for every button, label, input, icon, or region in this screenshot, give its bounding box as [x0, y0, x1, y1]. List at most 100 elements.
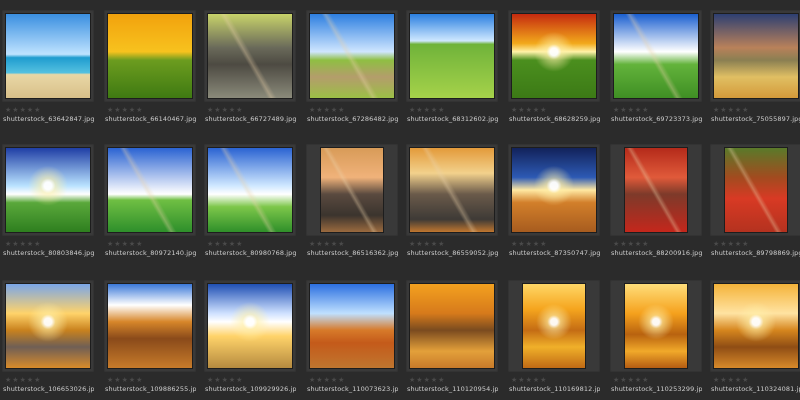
star-icon[interactable]: ★: [613, 376, 619, 384]
star-icon[interactable]: ★: [713, 240, 719, 248]
star-rating[interactable]: ★ ★ ★ ★ ★: [710, 240, 800, 248]
thumbnail-frame[interactable]: [508, 10, 600, 102]
star-icon[interactable]: ★: [424, 376, 430, 384]
star-icon[interactable]: ★: [620, 376, 626, 384]
thumbnail-item[interactable]: ★ ★ ★ ★ ★ shutterstock_109929926.jpg: [204, 280, 296, 393]
star-icon[interactable]: ★: [214, 240, 220, 248]
thumbnail-frame[interactable]: [2, 144, 94, 236]
star-icon[interactable]: ★: [114, 106, 120, 114]
star-icon[interactable]: ★: [5, 376, 11, 384]
thumbnail-frame[interactable]: [204, 280, 296, 372]
thumbnail-image[interactable]: [724, 147, 788, 233]
star-icon[interactable]: ★: [526, 106, 532, 114]
thumbnail-frame[interactable]: [710, 280, 800, 372]
star-icon[interactable]: ★: [207, 106, 213, 114]
star-icon[interactable]: ★: [34, 240, 40, 248]
star-icon[interactable]: ★: [438, 240, 444, 248]
thumbnail-item[interactable]: ★ ★ ★ ★ ★ shutterstock_80980768.jpg: [204, 144, 296, 257]
star-icon[interactable]: ★: [728, 376, 734, 384]
star-icon[interactable]: ★: [742, 240, 748, 248]
star-rating[interactable]: ★ ★ ★ ★ ★: [104, 240, 196, 248]
star-icon[interactable]: ★: [409, 106, 415, 114]
star-icon[interactable]: ★: [12, 106, 18, 114]
thumbnail-item[interactable]: ★ ★ ★ ★ ★ shutterstock_110169812.jpg: [508, 280, 600, 393]
star-icon[interactable]: ★: [635, 106, 641, 114]
star-icon[interactable]: ★: [5, 240, 11, 248]
star-icon[interactable]: ★: [613, 106, 619, 114]
thumbnail-frame[interactable]: [306, 144, 398, 236]
thumbnail-item[interactable]: ★ ★ ★ ★ ★ shutterstock_110073623.jpg: [306, 280, 398, 393]
star-rating[interactable]: ★ ★ ★ ★ ★: [104, 106, 196, 114]
star-rating[interactable]: ★ ★ ★ ★ ★: [610, 376, 702, 384]
star-rating[interactable]: ★ ★ ★ ★ ★: [2, 376, 94, 384]
star-rating[interactable]: ★ ★ ★ ★ ★: [508, 240, 600, 248]
star-icon[interactable]: ★: [236, 106, 242, 114]
star-icon[interactable]: ★: [122, 106, 128, 114]
star-icon[interactable]: ★: [136, 376, 142, 384]
star-icon[interactable]: ★: [416, 240, 422, 248]
star-icon[interactable]: ★: [540, 376, 546, 384]
star-icon[interactable]: ★: [338, 106, 344, 114]
star-icon[interactable]: ★: [136, 106, 142, 114]
star-icon[interactable]: ★: [331, 376, 337, 384]
star-icon[interactable]: ★: [309, 106, 315, 114]
star-icon[interactable]: ★: [635, 240, 641, 248]
star-rating[interactable]: ★ ★ ★ ★ ★: [104, 376, 196, 384]
star-icon[interactable]: ★: [533, 240, 539, 248]
star-icon[interactable]: ★: [628, 240, 634, 248]
star-icon[interactable]: ★: [34, 106, 40, 114]
star-icon[interactable]: ★: [107, 376, 113, 384]
star-rating[interactable]: ★ ★ ★ ★ ★: [306, 240, 398, 248]
thumbnail-frame[interactable]: [2, 280, 94, 372]
thumbnail-frame[interactable]: [610, 10, 702, 102]
thumbnail-item[interactable]: ★ ★ ★ ★ ★ shutterstock_68628259.jpg: [508, 10, 600, 123]
thumbnail-image[interactable]: [409, 283, 495, 369]
thumbnail-item[interactable]: ★ ★ ★ ★ ★ shutterstock_66727489.jpg: [204, 10, 296, 123]
thumbnail-image[interactable]: [522, 283, 586, 369]
star-icon[interactable]: ★: [720, 240, 726, 248]
star-icon[interactable]: ★: [222, 106, 228, 114]
star-icon[interactable]: ★: [309, 376, 315, 384]
thumbnail-item[interactable]: ★ ★ ★ ★ ★ shutterstock_110324081.jpg: [710, 280, 800, 393]
star-icon[interactable]: ★: [620, 106, 626, 114]
star-icon[interactable]: ★: [5, 106, 11, 114]
thumbnail-item[interactable]: ★ ★ ★ ★ ★ shutterstock_88200916.jpg: [610, 144, 702, 257]
star-icon[interactable]: ★: [628, 376, 634, 384]
star-icon[interactable]: ★: [713, 106, 719, 114]
star-icon[interactable]: ★: [20, 240, 26, 248]
star-icon[interactable]: ★: [107, 106, 113, 114]
thumbnail-frame[interactable]: [2, 10, 94, 102]
star-icon[interactable]: ★: [214, 106, 220, 114]
star-icon[interactable]: ★: [511, 106, 517, 114]
star-rating[interactable]: ★ ★ ★ ★ ★: [306, 106, 398, 114]
star-icon[interactable]: ★: [107, 240, 113, 248]
star-icon[interactable]: ★: [129, 376, 135, 384]
star-icon[interactable]: ★: [533, 106, 539, 114]
star-rating[interactable]: ★ ★ ★ ★ ★: [710, 376, 800, 384]
thumbnail-frame[interactable]: [104, 144, 196, 236]
star-icon[interactable]: ★: [735, 240, 741, 248]
star-icon[interactable]: ★: [540, 240, 546, 248]
star-icon[interactable]: ★: [431, 240, 437, 248]
star-icon[interactable]: ★: [540, 106, 546, 114]
thumbnail-image[interactable]: [320, 147, 384, 233]
star-icon[interactable]: ★: [526, 240, 532, 248]
star-icon[interactable]: ★: [114, 376, 120, 384]
thumbnail-image[interactable]: [624, 283, 688, 369]
star-icon[interactable]: ★: [720, 376, 726, 384]
star-icon[interactable]: ★: [635, 376, 641, 384]
star-icon[interactable]: ★: [207, 376, 213, 384]
thumbnail-frame[interactable]: [104, 10, 196, 102]
thumbnail-image[interactable]: [713, 13, 799, 99]
thumbnail-frame[interactable]: [406, 10, 498, 102]
star-icon[interactable]: ★: [416, 376, 422, 384]
thumbnail-image[interactable]: [5, 147, 91, 233]
thumbnail-image[interactable]: [409, 13, 495, 99]
thumbnail-item[interactable]: ★ ★ ★ ★ ★ shutterstock_86516362.jpg: [306, 144, 398, 257]
star-icon[interactable]: ★: [728, 240, 734, 248]
thumbnail-frame[interactable]: [406, 280, 498, 372]
star-icon[interactable]: ★: [316, 376, 322, 384]
thumbnail-image[interactable]: [5, 13, 91, 99]
star-rating[interactable]: ★ ★ ★ ★ ★: [204, 240, 296, 248]
star-icon[interactable]: ★: [628, 106, 634, 114]
